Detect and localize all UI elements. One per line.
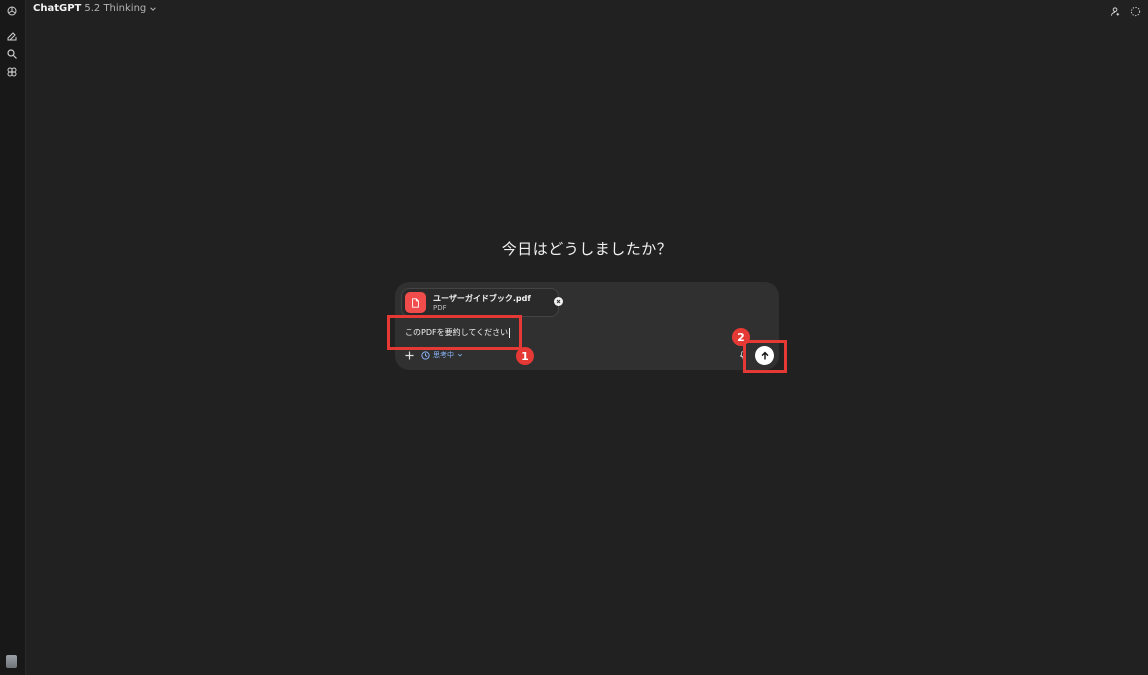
- sidebar: [0, 0, 26, 675]
- attachment-file-name: ユーザーガイドブック.pdf: [433, 294, 531, 303]
- chevron-down-icon: [150, 6, 157, 11]
- microphone-icon: [739, 350, 747, 359]
- composer: ユーザーガイドブック.pdf PDF このPDFを要約してください 思考中: [395, 282, 779, 370]
- attachment-card[interactable]: ユーザーガイドブック.pdf PDF: [401, 288, 563, 317]
- model-name: ChatGPT: [33, 3, 82, 14]
- model-version: 5.2 Thinking: [84, 3, 147, 14]
- step-badge-1: 1: [516, 347, 534, 365]
- search-icon[interactable]: [5, 47, 19, 61]
- prompt-input[interactable]: このPDFを要約してください: [405, 327, 511, 338]
- chevron-down-icon: [457, 353, 463, 357]
- pdf-file-icon: [405, 292, 426, 313]
- arrow-up-icon: [761, 351, 768, 359]
- remove-attachment-button[interactable]: [554, 297, 563, 306]
- send-button[interactable]: [755, 346, 774, 365]
- attachment-file-type: PDF: [433, 304, 447, 312]
- close-icon: [556, 299, 561, 304]
- profile-icon[interactable]: [1108, 4, 1122, 18]
- avatar[interactable]: [6, 655, 17, 668]
- model-selector[interactable]: ChatGPT 5.2 Thinking: [33, 3, 157, 14]
- step-badge-2: 2: [732, 328, 750, 346]
- openai-logo-icon[interactable]: [5, 4, 19, 18]
- dictation-button[interactable]: [738, 350, 748, 360]
- gpts-icon[interactable]: [5, 65, 19, 79]
- clock-icon: [421, 350, 430, 360]
- prompt-input-value: このPDFを要約してください: [405, 328, 509, 337]
- greeting-heading: 今日はどうしましたか？: [501, 240, 673, 258]
- temporary-chat-icon[interactable]: [1128, 4, 1142, 18]
- thinking-mode-button[interactable]: 思考中: [421, 349, 466, 361]
- top-header: ChatGPT 5.2 Thinking: [26, 0, 1148, 22]
- thinking-mode-label: 思考中: [433, 351, 454, 359]
- text-caret: [509, 327, 511, 338]
- add-attachment-button[interactable]: [403, 349, 415, 361]
- plus-icon: [404, 350, 414, 360]
- new-chat-icon[interactable]: [5, 29, 19, 43]
